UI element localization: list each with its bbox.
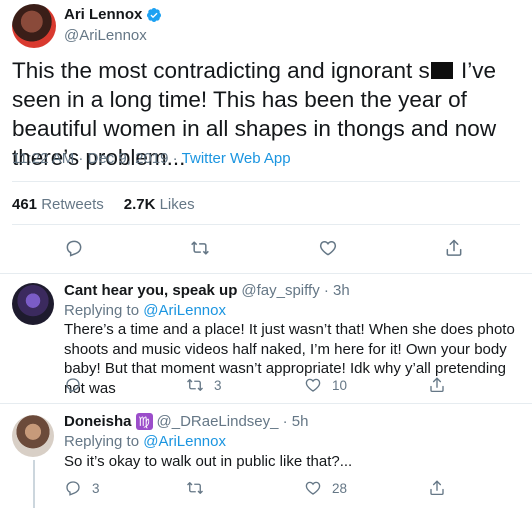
like-button[interactable]: 28 (304, 479, 347, 497)
replying-to-mention[interactable]: @AriLennox (143, 433, 226, 450)
share-icon (430, 480, 444, 496)
retweet-icon (187, 482, 203, 494)
replying-to: Replying to @AriLennox (64, 302, 226, 319)
retweets-label: Retweets (41, 196, 104, 213)
divider (0, 403, 532, 404)
retweet-icon (191, 241, 209, 255)
reply-handle-time[interactable]: @fay_spiffy · 3h (241, 282, 349, 299)
like-icon (305, 481, 321, 495)
tweet-stats: 461 Retweets 2.7K Likes (12, 196, 195, 213)
reply-icon (66, 240, 82, 257)
reply-display-name[interactable]: Doneisha (64, 413, 132, 430)
reply-icon (66, 378, 80, 393)
redaction-block (430, 62, 453, 79)
reply-action-bar: 3 28 (64, 479, 484, 499)
reply-text: So it’s okay to walk out in public like … (64, 453, 353, 470)
replying-to: Replying to @AriLennox (64, 433, 226, 450)
share-button[interactable] (442, 236, 466, 260)
reply-count: 3 (92, 480, 100, 496)
reply-button[interactable]: 3 (64, 479, 100, 497)
likes-count: 2.7K (123, 196, 156, 213)
retweets-count: 461 (12, 196, 38, 213)
reply-button[interactable] (62, 236, 86, 260)
divider (12, 224, 520, 225)
reply-handle-time[interactable]: @_DRaeLindsey_ · 5h (157, 413, 309, 430)
like-button[interactable] (316, 236, 340, 260)
like-count: 10 (332, 377, 348, 393)
reply-display-name[interactable]: Cant hear you, speak up (64, 282, 237, 299)
reply-action-bar: 3 10 (64, 376, 484, 396)
display-name[interactable]: Ari Lennox (64, 6, 142, 23)
likes-stat[interactable]: 2.7K Likes (124, 196, 195, 213)
likes-label: Likes (159, 196, 195, 213)
like-icon (305, 378, 321, 392)
share-button[interactable] (428, 376, 446, 394)
replying-to-mention[interactable]: @AriLennox (143, 302, 226, 319)
tweet-timestamp[interactable]: 11:22 AM · Dec 9, 2019 · (12, 150, 178, 167)
tweet-meta: 11:22 AM · Dec 9, 2019 · Twitter Web App (12, 150, 291, 167)
reply-icon (66, 481, 80, 496)
reply-button[interactable] (64, 376, 92, 394)
tweet-source-app[interactable]: Twitter Web App (182, 150, 291, 167)
main-tweet: Ari Lennox @AriLennox This the most cont… (0, 0, 532, 275)
virgo-emoji-icon: ♍ (135, 413, 153, 430)
avatar[interactable] (12, 415, 54, 457)
author-row[interactable]: Ari Lennox (64, 6, 162, 23)
retweets-stat[interactable]: 461 Retweets (12, 196, 104, 213)
tweet-text-start: This the most contradicting and ignorant… (12, 58, 430, 83)
thread-line (33, 460, 35, 508)
verified-badge-icon (147, 7, 162, 22)
retweet-icon (187, 379, 203, 391)
like-count: 28 (332, 480, 348, 496)
divider (0, 273, 532, 274)
replying-to-label: Replying to (64, 302, 140, 319)
divider (12, 181, 520, 182)
share-icon (430, 377, 444, 393)
author-handle[interactable]: @AriLennox (64, 27, 147, 44)
retweet-button[interactable] (186, 479, 214, 497)
share-icon (446, 239, 462, 256)
replying-to-label: Replying to (64, 433, 140, 450)
retweet-button[interactable]: 3 (186, 376, 222, 394)
retweet-button[interactable] (188, 236, 212, 260)
share-button[interactable] (428, 479, 446, 497)
like-icon (319, 240, 337, 256)
avatar[interactable] (12, 4, 56, 48)
tweet-action-bar (0, 236, 532, 260)
reply-header: Cant hear you, speak up @fay_spiffy · 3h (64, 282, 350, 299)
avatar[interactable] (12, 283, 54, 325)
retweet-count: 3 (214, 377, 222, 393)
reply-header: Doneisha ♍ @_DRaeLindsey_ · 5h (64, 413, 309, 430)
like-button[interactable]: 10 (304, 376, 347, 394)
